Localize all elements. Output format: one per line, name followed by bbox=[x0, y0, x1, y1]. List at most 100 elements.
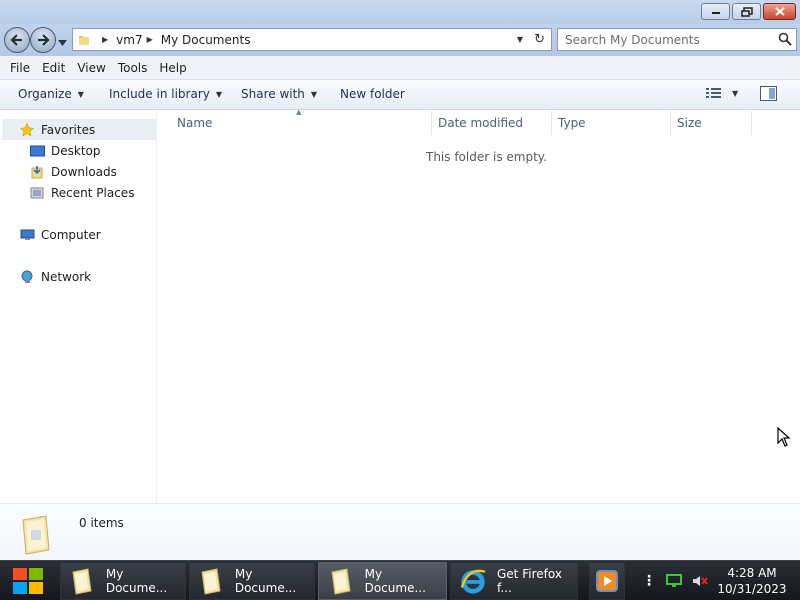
desktop-icon bbox=[29, 143, 45, 159]
breadcrumb-vm7[interactable]: vm7 bbox=[116, 33, 142, 47]
nav-label-desktop: Desktop bbox=[51, 144, 101, 158]
details-pane: 0 items bbox=[0, 503, 800, 560]
taskbar-label: Get Firefox f... bbox=[497, 567, 562, 595]
refresh-icon[interactable]: ↻ bbox=[534, 32, 545, 47]
share-with-label: Share with bbox=[241, 87, 305, 101]
window-controls bbox=[701, 3, 796, 20]
network-icon bbox=[19, 269, 35, 285]
column-divider[interactable] bbox=[431, 111, 432, 135]
breadcrumb-my-documents[interactable]: My Documents bbox=[161, 33, 251, 47]
taskbar-label: My Docume... bbox=[364, 567, 426, 595]
search-input[interactable] bbox=[565, 32, 775, 47]
menu-view[interactable]: View bbox=[71, 61, 111, 75]
column-divider[interactable] bbox=[670, 111, 671, 135]
column-divider[interactable] bbox=[551, 111, 552, 135]
clock-date: 10/31/2023 bbox=[717, 582, 787, 596]
nav-label-network: Network bbox=[41, 270, 92, 284]
recent-places-icon bbox=[29, 185, 45, 201]
windows-logo-icon bbox=[13, 568, 43, 594]
address-toolbar: ▶ vm7 ▶ My Documents ▼ ↻ bbox=[0, 24, 800, 56]
chevron-right-icon[interactable]: ▶ bbox=[147, 35, 153, 44]
search-icon[interactable] bbox=[778, 32, 792, 46]
preview-pane-icon bbox=[760, 86, 777, 101]
nav-item-favorites[interactable]: Favorites bbox=[19, 122, 95, 138]
column-header-type[interactable]: Type bbox=[558, 111, 670, 135]
nav-label-downloads: Downloads bbox=[51, 165, 117, 179]
media-player-icon bbox=[596, 570, 618, 592]
nav-label-recent-places: Recent Places bbox=[51, 186, 135, 200]
taskbar-label: My Docume... bbox=[105, 567, 168, 595]
minimize-button[interactable] bbox=[701, 3, 730, 20]
title-bar bbox=[0, 0, 800, 24]
taskbar-button-my-documents-2[interactable]: My Docume... bbox=[189, 562, 315, 600]
column-label-date-modified: Date modified bbox=[438, 116, 524, 130]
organize-button[interactable]: Organize ▼ bbox=[18, 87, 84, 101]
menu-bar: File Edit View Tools Help bbox=[0, 56, 800, 80]
system-clock[interactable]: 4:28 AM 10/31/2023 bbox=[712, 565, 792, 597]
nav-item-computer[interactable]: Computer bbox=[19, 227, 101, 243]
minimize-icon bbox=[711, 11, 720, 14]
nav-item-recent-places[interactable]: Recent Places bbox=[29, 185, 134, 201]
column-label-type: Type bbox=[558, 116, 586, 130]
navigation-pane: Favorites Desktop Downloads Recent Place… bbox=[0, 111, 157, 503]
star-icon bbox=[19, 122, 35, 138]
menu-edit[interactable]: Edit bbox=[36, 61, 71, 75]
folder-icon bbox=[198, 566, 225, 596]
chevron-down-icon: ▼ bbox=[732, 88, 739, 98]
organize-label: Organize bbox=[18, 87, 72, 101]
column-header-size[interactable]: Size bbox=[677, 111, 751, 135]
column-headers: ▲ Name Date modified Type Size bbox=[157, 108, 800, 135]
share-with-button[interactable]: Share with ▼ bbox=[241, 87, 317, 101]
system-tray: ⋮ bbox=[642, 561, 708, 600]
nav-item-desktop[interactable]: Desktop bbox=[29, 143, 101, 159]
include-in-library-button[interactable]: Include in library ▼ bbox=[109, 87, 222, 101]
close-icon bbox=[774, 7, 785, 16]
forward-button[interactable] bbox=[30, 27, 56, 53]
column-divider[interactable] bbox=[751, 111, 752, 135]
recent-pages-dropdown[interactable] bbox=[58, 35, 67, 49]
address-dropdown-icon[interactable]: ▼ bbox=[517, 35, 523, 44]
start-button[interactable] bbox=[4, 563, 52, 599]
chevron-down-icon: ▼ bbox=[215, 89, 223, 99]
mouse-cursor-icon bbox=[777, 427, 791, 447]
network-status-icon[interactable] bbox=[666, 574, 682, 588]
clock-time: 4:28 AM bbox=[727, 566, 777, 580]
folder-icon bbox=[79, 35, 89, 45]
column-header-name[interactable]: Name bbox=[177, 111, 432, 135]
close-button[interactable] bbox=[763, 3, 796, 20]
chevron-right-icon[interactable]: ▶ bbox=[102, 35, 108, 44]
taskbar-button-my-documents-1[interactable]: My Docume... bbox=[60, 562, 186, 600]
restore-button[interactable] bbox=[732, 3, 761, 20]
forward-arrow-icon bbox=[38, 34, 50, 46]
folder-icon bbox=[22, 515, 50, 555]
column-header-date-modified[interactable]: Date modified bbox=[438, 111, 551, 135]
address-bar[interactable]: ▶ vm7 ▶ My Documents ▼ ↻ bbox=[72, 28, 552, 51]
back-button[interactable] bbox=[4, 27, 30, 53]
volume-muted-icon[interactable] bbox=[692, 574, 708, 588]
menu-help[interactable]: Help bbox=[153, 61, 192, 75]
nav-item-downloads[interactable]: Downloads bbox=[29, 164, 117, 180]
show-hidden-icons-icon[interactable]: ⋮ bbox=[642, 574, 656, 588]
preview-pane-button[interactable] bbox=[760, 86, 777, 104]
details-view-icon bbox=[706, 88, 721, 98]
back-arrow-icon bbox=[10, 34, 22, 46]
nav-label-computer: Computer bbox=[41, 228, 101, 242]
nav-item-network[interactable]: Network bbox=[19, 269, 91, 285]
taskbar-button-get-firefox[interactable]: Get Firefox f... bbox=[450, 562, 578, 600]
command-bar: Organize ▼ Include in library ▼ Share wi… bbox=[0, 80, 800, 110]
menu-file[interactable]: File bbox=[4, 61, 36, 75]
taskbar-button-media[interactable] bbox=[589, 562, 625, 600]
restore-icon bbox=[740, 6, 753, 17]
item-count: 0 items bbox=[79, 516, 124, 530]
taskbar-button-my-documents-3[interactable]: My Docume... bbox=[318, 562, 447, 600]
taskbar: My Docume... My Docume... My Docume... G… bbox=[0, 560, 800, 600]
column-label-size: Size bbox=[677, 116, 702, 130]
change-view-button[interactable]: ▼ bbox=[706, 87, 738, 99]
chevron-down-icon bbox=[58, 40, 67, 46]
column-label-name: Name bbox=[177, 116, 213, 130]
new-folder-button[interactable]: New folder bbox=[340, 87, 405, 101]
computer-icon bbox=[19, 227, 35, 243]
search-box[interactable] bbox=[557, 28, 797, 51]
menu-tools[interactable]: Tools bbox=[112, 61, 154, 75]
downloads-folder-icon bbox=[29, 164, 45, 180]
